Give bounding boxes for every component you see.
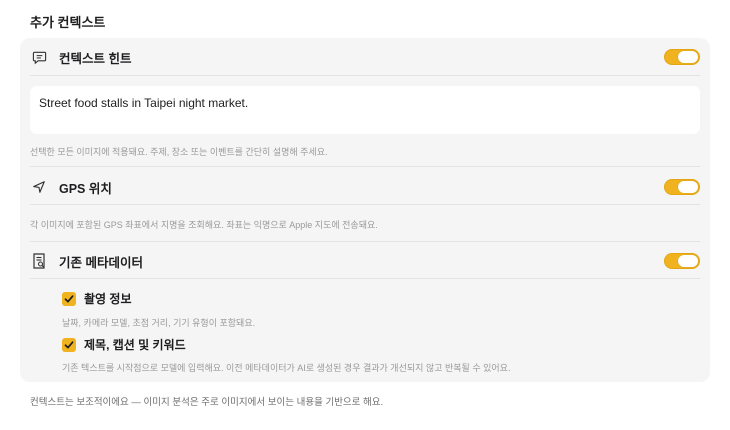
shooting-info-checkbox[interactable] <box>62 291 76 306</box>
metadata-row: 기존 메타데이터 <box>30 252 700 270</box>
shooting-info-option[interactable]: 촬영 정보 <box>62 290 132 307</box>
title-caption-option[interactable]: 제목, 캡션 및 키워드 <box>62 336 186 353</box>
context-hint-description: 선택한 모든 이미지에 적용돼요. 주제, 장소 또는 이벤트를 간단히 설명해… <box>30 147 328 157</box>
title-caption-description: 기존 텍스트를 시작점으로 모델에 입력해요. 이전 메타데이터가 AI로 생성… <box>62 363 511 373</box>
metadata-label: 기존 메타데이터 <box>59 255 143 270</box>
context-hint-row: 컨텍스트 힌트 <box>30 48 700 66</box>
context-hint-input[interactable]: Street food stalls in Taipei night marke… <box>30 86 700 134</box>
divider <box>30 278 700 279</box>
title-caption-checkbox[interactable] <box>62 337 76 352</box>
toggle-knob <box>678 51 698 63</box>
location-arrow-icon <box>30 178 48 196</box>
divider <box>30 204 700 205</box>
toggle-knob <box>678 255 698 267</box>
metadata-toggle[interactable] <box>664 253 700 269</box>
divider <box>30 75 700 76</box>
shooting-info-label: 촬영 정보 <box>84 292 132 306</box>
footer-note: 컨텍스트는 보조적이에요 — 이미지 분석은 주로 이미지에서 보이는 내용을 … <box>30 397 384 408</box>
shooting-info-description: 날짜, 카메라 모델, 초점 거리, 기기 유형이 포함돼요. <box>62 318 256 328</box>
gps-description: 각 이미지에 포함된 GPS 좌표에서 지명을 조회해요. 좌표는 익명으로 A… <box>30 220 378 230</box>
gps-label: GPS 위치 <box>59 181 112 196</box>
document-info-icon <box>30 252 48 270</box>
divider <box>30 166 700 167</box>
context-hint-label: 컨텍스트 힌트 <box>59 51 132 66</box>
context-hint-toggle[interactable] <box>664 49 700 65</box>
divider <box>30 241 700 242</box>
gps-row: GPS 위치 <box>30 178 700 196</box>
title-caption-label: 제목, 캡션 및 키워드 <box>84 338 186 352</box>
gps-toggle[interactable] <box>664 179 700 195</box>
settings-panel: 컨텍스트 힌트 Street food stalls in Taipei nig… <box>20 38 710 382</box>
toggle-knob <box>678 181 698 193</box>
speech-bubble-icon <box>30 48 48 66</box>
section-title: 추가 컨텍스트 <box>30 15 106 30</box>
